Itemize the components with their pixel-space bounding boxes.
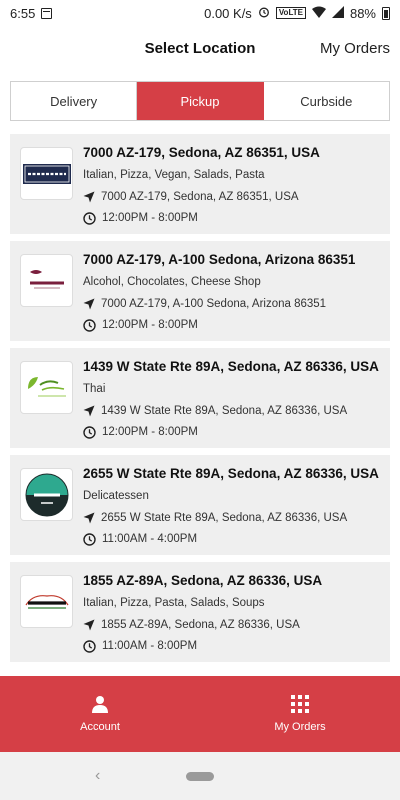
clock-icon: [83, 639, 96, 653]
my-orders-link[interactable]: My Orders: [320, 40, 390, 57]
location-address: 7000 AZ-179, A-100 Sedona, Arizona 86351: [101, 298, 327, 310]
navigation-arrow-icon: [83, 191, 95, 203]
calendar-icon: [41, 7, 53, 19]
location-title: 7000 AZ-179, Sedona, AZ 86351, USA: [83, 145, 320, 160]
volte-badge: VoLTE: [275, 7, 306, 19]
tab-delivery[interactable]: Delivery: [11, 82, 138, 120]
location-card[interactable]: 7000 AZ-179, Sedona, AZ 86351, USA Itali…: [10, 134, 390, 234]
restaurant-logo: [20, 147, 73, 200]
signal-icon: [331, 5, 344, 21]
location-title: 7000 AZ-179, A-100 Sedona, Arizona 86351: [83, 252, 356, 267]
status-bar: 6:55 0.00 K/s VoLTE 88%: [0, 0, 400, 26]
location-hours: 11:00AM - 4:00PM: [102, 533, 198, 545]
order-type-tabs: Delivery Pickup Curbside: [10, 81, 390, 121]
clock-icon: [83, 425, 96, 439]
restaurant-logo: [20, 575, 73, 628]
navigation-arrow-icon: [83, 405, 95, 417]
location-categories: Italian, Pizza, Pasta, Salads, Soups: [83, 597, 265, 609]
location-card[interactable]: 1855 AZ-89A, Sedona, AZ 86336, USA Itali…: [10, 562, 390, 662]
battery-icon: [382, 6, 390, 20]
status-time: 6:55: [10, 5, 36, 21]
navigation-arrow-icon: [83, 619, 95, 631]
nav-my-orders-label: My Orders: [274, 721, 326, 733]
clock-icon: [83, 532, 96, 546]
tab-curbside[interactable]: Curbside: [263, 82, 389, 120]
navigation-arrow-icon: [83, 512, 95, 524]
clock-icon: [83, 318, 96, 332]
clock-icon: [83, 211, 96, 225]
restaurant-logo: [20, 254, 73, 307]
location-hours: 12:00PM - 8:00PM: [102, 319, 198, 331]
location-address: 1439 W State Rte 89A, Sedona, AZ 86336, …: [101, 405, 348, 417]
app-header: Select Location My Orders: [0, 26, 400, 70]
grid-icon: [291, 695, 309, 713]
nav-account-label: Account: [80, 721, 120, 733]
location-address: 1855 AZ-89A, Sedona, AZ 86336, USA: [101, 619, 300, 631]
network-speed: 0.00 K/s: [204, 5, 252, 21]
location-address: 2655 W State Rte 89A, Sedona, AZ 86336, …: [101, 512, 348, 524]
location-hours: 12:00PM - 8:00PM: [102, 212, 198, 224]
location-hours: 12:00PM - 8:00PM: [102, 426, 198, 438]
location-title: 1855 AZ-89A, Sedona, AZ 86336, USA: [83, 573, 323, 588]
navigation-arrow-icon: [83, 298, 95, 310]
wifi-icon: [311, 6, 326, 21]
location-categories: Delicatessen: [83, 490, 149, 502]
nav-account[interactable]: Account: [0, 676, 200, 752]
restaurant-logo: [20, 361, 73, 414]
location-categories: Italian, Pizza, Vegan, Salads, Pasta: [83, 169, 265, 181]
location-title: 1439 W State Rte 89A, Sedona, AZ 86336, …: [83, 359, 379, 374]
alarm-icon: [258, 6, 270, 21]
tab-pickup[interactable]: Pickup: [137, 82, 264, 120]
location-categories: Alcohol, Chocolates, Cheese Shop: [83, 276, 261, 288]
person-icon: [92, 696, 108, 713]
location-card[interactable]: 1439 W State Rte 89A, Sedona, AZ 86336, …: [10, 348, 390, 448]
battery-percent: 88%: [349, 5, 376, 21]
page-title: Select Location: [144, 39, 256, 57]
location-card[interactable]: 2655 W State Rte 89A, Sedona, AZ 86336, …: [10, 455, 390, 555]
location-title: 2655 W State Rte 89A, Sedona, AZ 86336, …: [83, 466, 379, 481]
nav-my-orders[interactable]: My Orders: [200, 676, 400, 752]
location-hours: 11:00AM - 8:00PM: [102, 640, 198, 652]
home-pill-icon[interactable]: [186, 771, 214, 781]
location-list: 7000 AZ-179, Sedona, AZ 86351, USA Itali…: [0, 134, 400, 672]
bottom-nav: Account My Orders: [0, 676, 400, 752]
restaurant-logo: [20, 468, 73, 521]
system-nav-bar: ‹: [0, 752, 400, 800]
back-icon[interactable]: ‹: [95, 767, 100, 785]
location-categories: Thai: [83, 383, 106, 395]
location-card[interactable]: 7000 AZ-179, A-100 Sedona, Arizona 86351…: [10, 241, 390, 341]
location-address: 7000 AZ-179, Sedona, AZ 86351, USA: [101, 191, 299, 203]
